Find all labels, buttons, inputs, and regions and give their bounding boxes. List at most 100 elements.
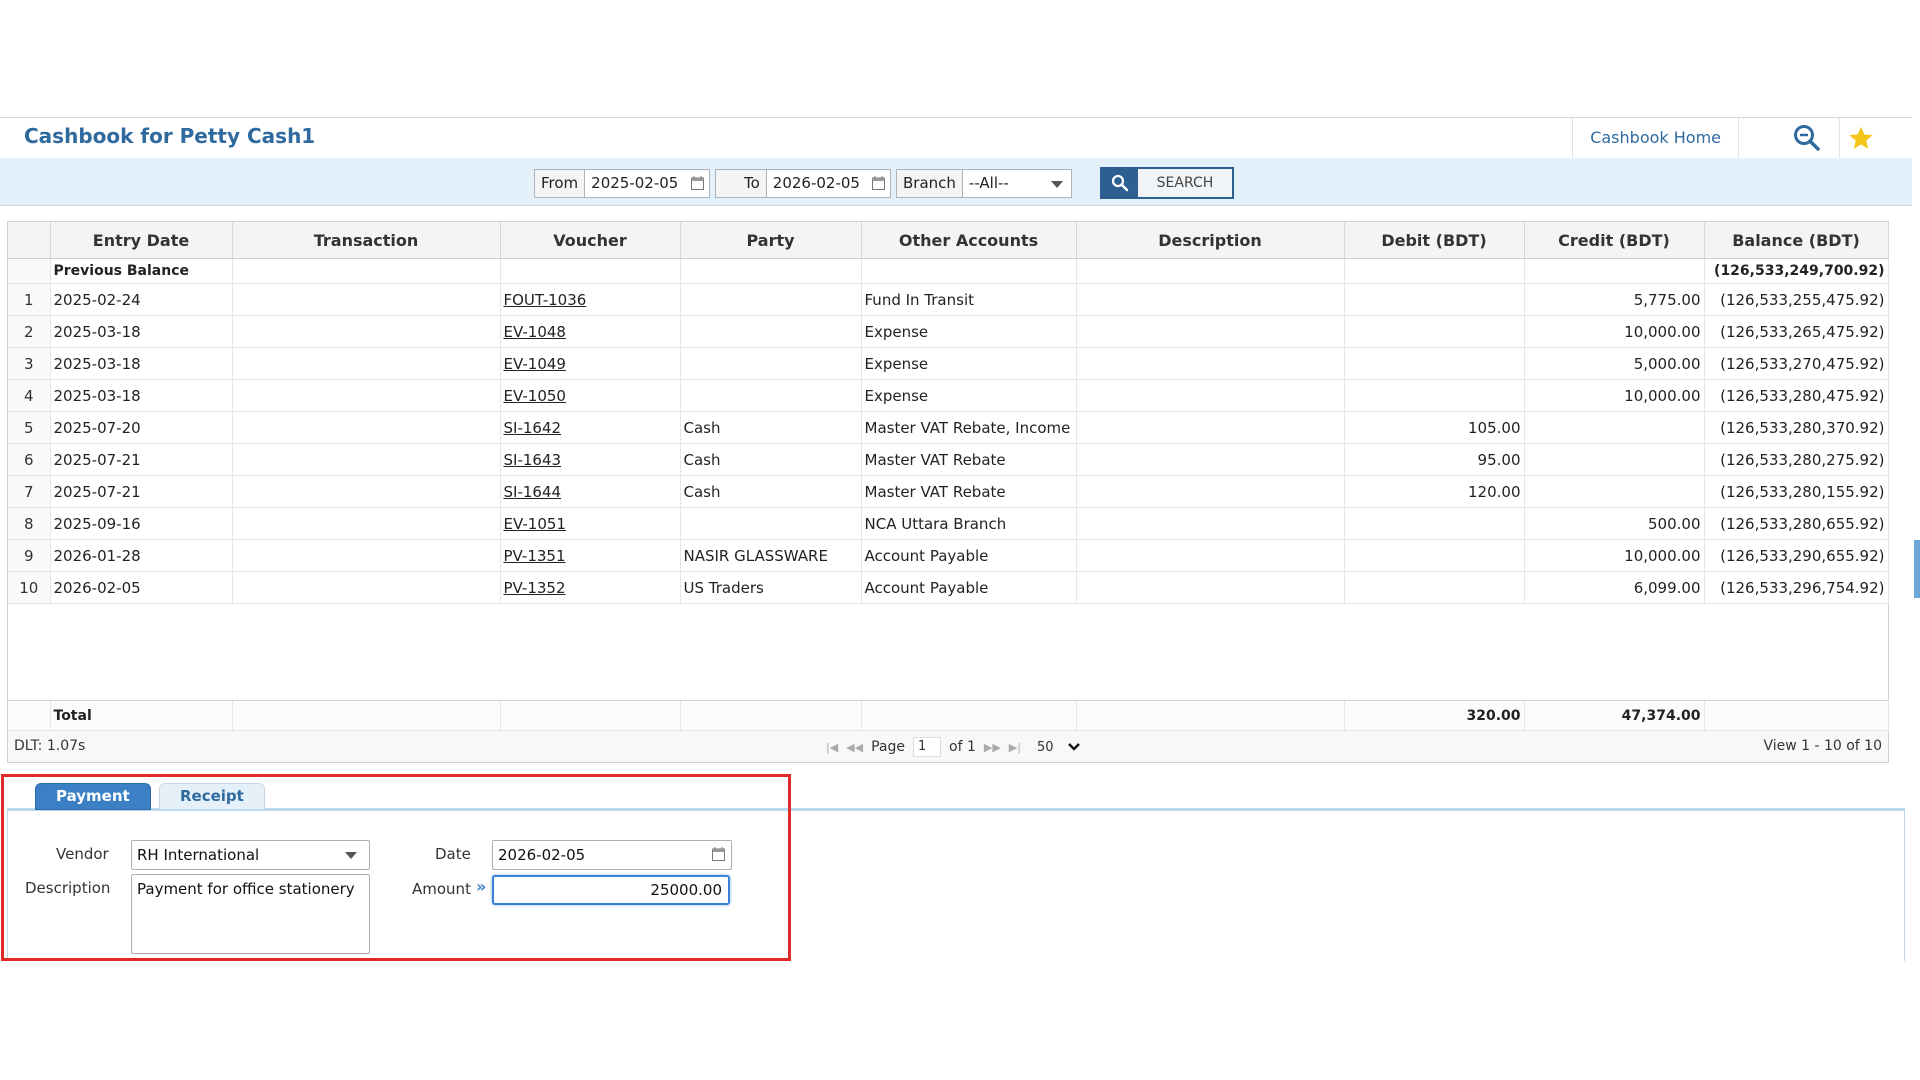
search-button[interactable]: SEARCH (1100, 167, 1234, 199)
party-cell (680, 347, 862, 380)
row-number: 6 (8, 443, 51, 476)
table-row[interactable]: 3 2025-03-18 EV-1049 Expense 5,000.00 (126,53… (8, 347, 1889, 380)
transaction-cell (232, 571, 501, 604)
tab-receipt[interactable]: Receipt (159, 783, 265, 810)
voucher-link[interactable]: PV-1351 (504, 547, 566, 565)
date-field[interactable]: 2026-02-05 (492, 840, 732, 870)
entry-date-cell: 2025-03-18 (50, 347, 233, 380)
tab-payment[interactable]: Payment (35, 783, 151, 810)
voucher-link[interactable]: SI-1642 (504, 419, 562, 437)
calendar-icon[interactable] (712, 847, 725, 861)
calendar-icon[interactable] (872, 176, 885, 190)
total-credit: 47,374.00 (1524, 701, 1705, 731)
branch-select[interactable]: Branch --All-- (896, 169, 1072, 198)
balance-cell: (126,533,280,275.92) (1704, 443, 1889, 476)
transaction-cell (232, 411, 501, 444)
cell (680, 258, 862, 284)
other-accounts-cell: Master VAT Rebate, Income (861, 411, 1077, 444)
column-header[interactable]: Other Accounts (861, 222, 1077, 259)
entry-date-cell: 2025-07-21 (50, 443, 233, 476)
vendor-value: RH International (137, 846, 260, 864)
debit-cell (1344, 571, 1525, 604)
star-icon[interactable] (1848, 125, 1874, 151)
to-date-field[interactable]: To 2026-02-05 (715, 169, 891, 198)
table-row[interactable]: 9 2026-01-28 PV-1351 NASIR GLASSWARE Account… (8, 539, 1889, 572)
debit-cell (1344, 315, 1525, 348)
page-input[interactable]: 1 (913, 737, 941, 757)
prev-page-icon[interactable]: ◀◀ (846, 741, 863, 754)
column-header[interactable]: Entry Date (50, 222, 233, 259)
debit-cell (1344, 379, 1525, 412)
other-accounts-cell: Account Payable (861, 571, 1077, 604)
entry-tabs: Payment Receipt (7, 780, 1905, 811)
voucher-cell: EV-1050 (500, 379, 681, 412)
last-page-icon[interactable]: ▶| (1009, 741, 1021, 754)
row-number: 10 (8, 571, 51, 604)
total-label: Total (50, 701, 233, 731)
page-size-select[interactable]: 50 (1037, 740, 1080, 755)
column-header[interactable]: Description (1076, 222, 1345, 259)
column-header-row-number (8, 222, 51, 259)
entry-date-cell: 2025-07-21 (50, 475, 233, 508)
calendar-icon[interactable] (691, 176, 704, 190)
party-cell (680, 283, 862, 316)
party-cell: Cash (680, 475, 862, 508)
credit-cell: 10,000.00 (1524, 379, 1705, 412)
row-number: 4 (8, 379, 51, 412)
branch-dropdown[interactable]: --All-- (962, 170, 1071, 197)
to-date-input[interactable]: 2026-02-05 (766, 170, 890, 197)
debit-cell (1344, 507, 1525, 540)
row-number: 7 (8, 475, 51, 508)
voucher-link[interactable]: EV-1048 (504, 323, 566, 341)
table-row[interactable]: 2 2025-03-18 EV-1048 Expense 10,000.00 (126,5… (8, 315, 1889, 348)
column-header[interactable]: Debit (BDT) (1344, 222, 1525, 259)
party-cell: Cash (680, 411, 862, 444)
table-header-row: Entry Date Transaction Voucher Party Oth… (8, 222, 1889, 259)
credit-cell (1524, 443, 1705, 476)
transaction-cell (232, 283, 501, 316)
description-textarea[interactable]: Payment for office stationery (131, 874, 370, 954)
voucher-link[interactable]: SI-1644 (504, 483, 562, 501)
table-row[interactable]: 8 2025-09-16 EV-1051 NCA Uttara Branch 500.0… (8, 507, 1889, 540)
table-row[interactable]: 6 2025-07-21 SI-1643 Cash Master VAT Rebate 9… (8, 443, 1889, 476)
column-header[interactable]: Voucher (500, 222, 681, 259)
cashbook-home-link[interactable]: Cashbook Home (1572, 118, 1739, 158)
voucher-link[interactable]: EV-1050 (504, 387, 566, 405)
balance-cell: (126,533,280,475.92) (1704, 379, 1889, 412)
table-row[interactable]: 10 2026-02-05 PV-1352 US Traders Account Pay… (8, 571, 1889, 604)
voucher-link[interactable]: FOUT-1036 (504, 291, 587, 309)
from-date-field[interactable]: From 2025-02-05 (534, 169, 710, 198)
table-row[interactable]: 5 2025-07-20 SI-1642 Cash Master VAT Rebate,… (8, 411, 1889, 444)
search-icon[interactable] (1792, 123, 1822, 153)
transaction-cell (232, 347, 501, 380)
debit-cell (1344, 283, 1525, 316)
column-header[interactable]: Balance (BDT) (1704, 222, 1889, 259)
table-row[interactable]: 1 2025-02-24 FOUT-1036 Fund In Transit 5,775… (8, 283, 1889, 316)
column-header[interactable]: Credit (BDT) (1524, 222, 1705, 259)
column-header[interactable]: Party (680, 222, 862, 259)
entry-date-cell: 2025-03-18 (50, 315, 233, 348)
column-header[interactable]: Transaction (232, 222, 501, 259)
voucher-link[interactable]: PV-1352 (504, 579, 566, 597)
voucher-link[interactable]: SI-1643 (504, 451, 562, 469)
page-label: Page (871, 739, 905, 755)
amount-input[interactable]: 25000.00 (492, 875, 730, 905)
voucher-link[interactable]: EV-1051 (504, 515, 566, 533)
table-row[interactable]: 7 2025-07-21 SI-1644 Cash Master VAT Rebate 1… (8, 475, 1889, 508)
cell (1076, 701, 1345, 731)
other-accounts-cell: NCA Uttara Branch (861, 507, 1077, 540)
cell (232, 258, 501, 284)
scrollbar-thumb[interactable] (1914, 540, 1920, 598)
vendor-select[interactable]: RH International (131, 840, 370, 870)
first-page-icon[interactable]: |◀ (826, 741, 838, 754)
other-accounts-cell: Expense (861, 379, 1077, 412)
other-accounts-cell: Account Payable (861, 539, 1077, 572)
next-page-icon[interactable]: ▶▶ (984, 741, 1001, 754)
page-header: Cashbook for Petty Cash1 Cashbook Home (0, 117, 1912, 159)
party-cell (680, 507, 862, 540)
voucher-link[interactable]: EV-1049 (504, 355, 566, 373)
table-row[interactable]: 4 2025-03-18 EV-1050 Expense 10,000.00 (126,5… (8, 379, 1889, 412)
vendor-label: Vendor (56, 845, 109, 863)
from-date-input[interactable]: 2025-02-05 (585, 170, 709, 197)
credit-cell: 500.00 (1524, 507, 1705, 540)
